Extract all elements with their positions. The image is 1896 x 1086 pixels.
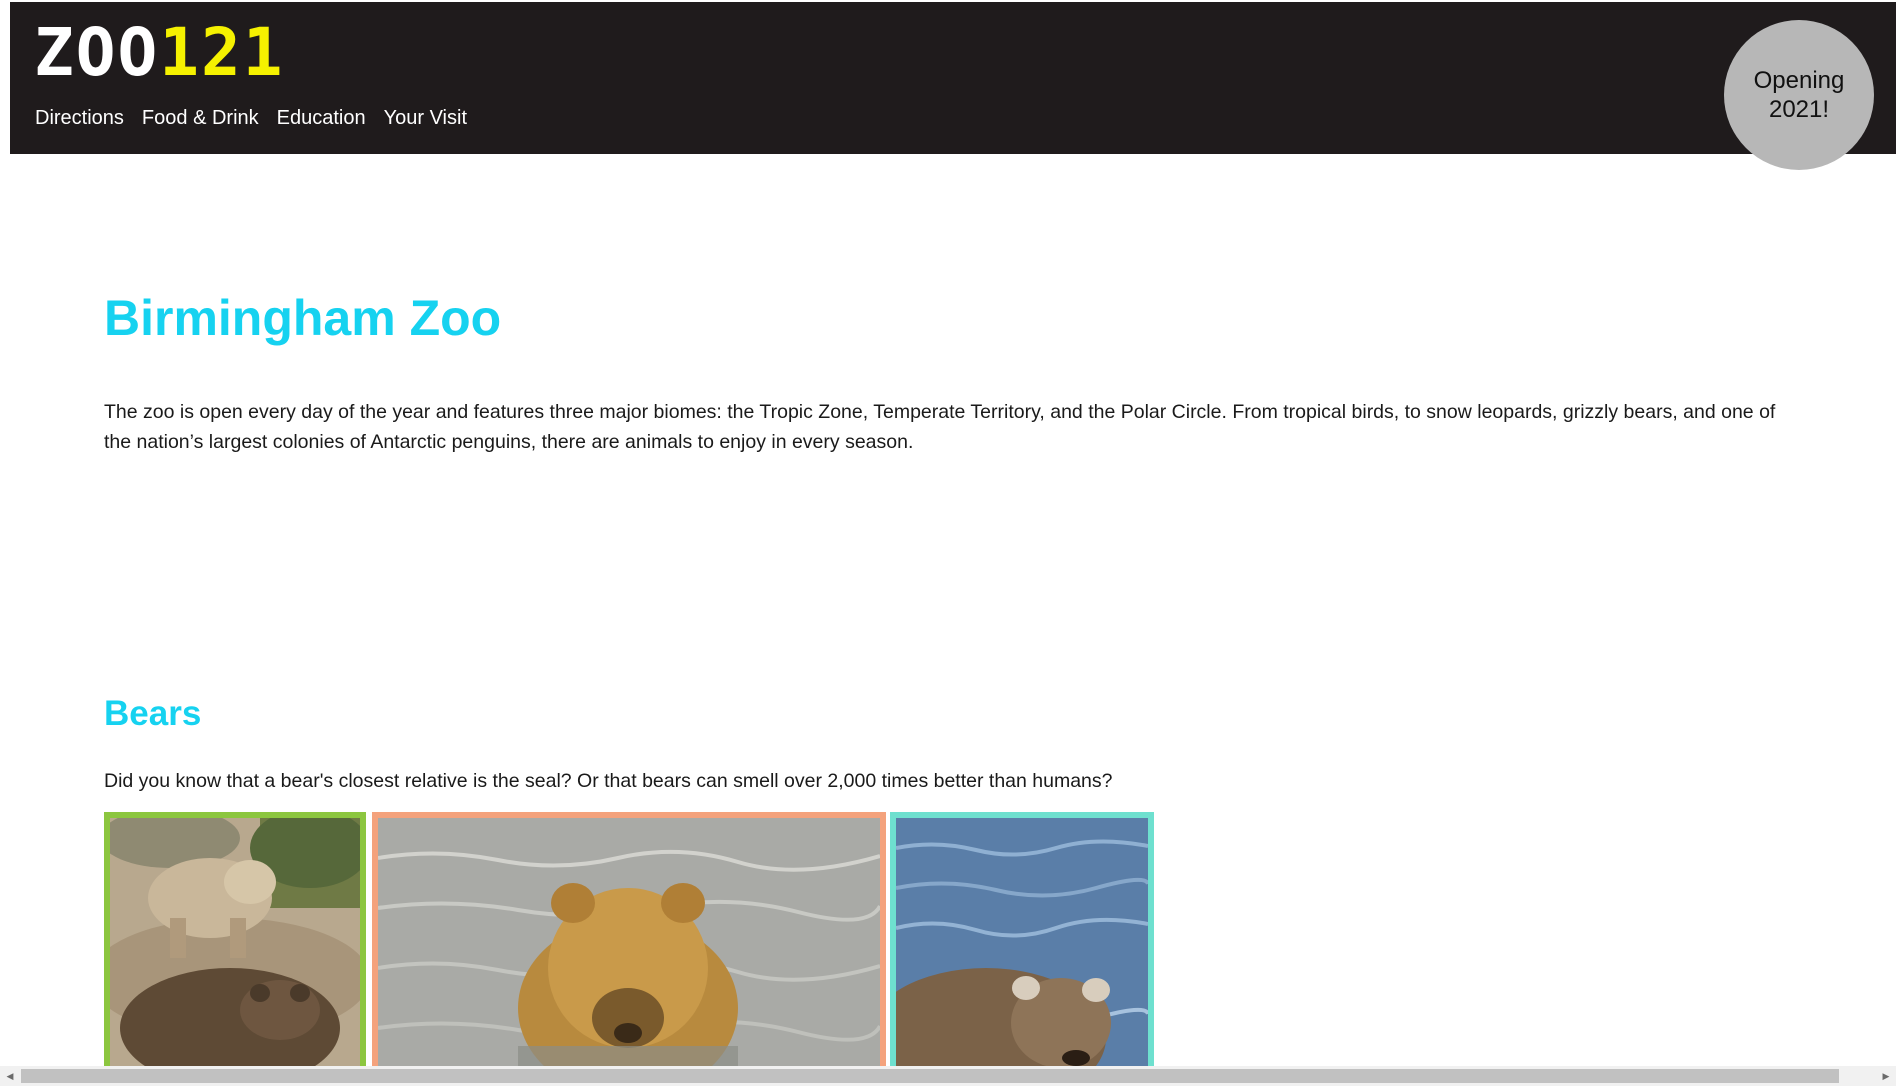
bears-fact-text: Did you know that a bear's closest relat… — [104, 770, 1113, 792]
scroll-right-arrow-icon[interactable]: ▶ — [1876, 1066, 1896, 1086]
nav-link-food-drink[interactable]: Food & Drink — [142, 106, 259, 130]
nav-link-your-visit[interactable]: Your Visit — [384, 106, 467, 130]
bear-photo-rocks-image — [110, 818, 360, 1066]
bear-photo-water-image — [378, 818, 880, 1066]
scrollbar-thumb[interactable] — [21, 1069, 1839, 1083]
bear-photo-water[interactable] — [372, 812, 886, 1072]
badge-line-2: 2021! — [1768, 96, 1830, 123]
bear-photo-rocks[interactable] — [104, 812, 366, 1072]
site-header: ZOO121 Directions Food & Drink Education… — [10, 2, 1896, 154]
page-title: Birmingham Zoo — [104, 290, 502, 346]
site-logo[interactable]: ZOO121 — [34, 20, 284, 86]
opening-badge: Opening 2021! — [1724, 20, 1874, 170]
logo-text-yellow: 121 — [159, 14, 285, 91]
main-nav: Directions Food & Drink Education Your V… — [35, 106, 467, 130]
bear-photo-river[interactable] — [890, 812, 1154, 1072]
page: ZOO121 Directions Food & Drink Education… — [0, 0, 1896, 1086]
intro-paragraph: The zoo is open every day of the year an… — [104, 401, 1776, 453]
nav-link-education[interactable]: Education — [277, 106, 366, 130]
badge-line-1: Opening — [1753, 67, 1845, 94]
bear-photo-river-image — [896, 818, 1148, 1066]
horizontal-scrollbar[interactable]: ◀ ▶ — [0, 1066, 1896, 1086]
logo-text-white: ZOO — [34, 14, 160, 91]
scroll-left-arrow-icon[interactable]: ◀ — [0, 1066, 20, 1086]
nav-link-directions[interactable]: Directions — [35, 106, 124, 130]
section-title-bears: Bears — [104, 694, 202, 733]
